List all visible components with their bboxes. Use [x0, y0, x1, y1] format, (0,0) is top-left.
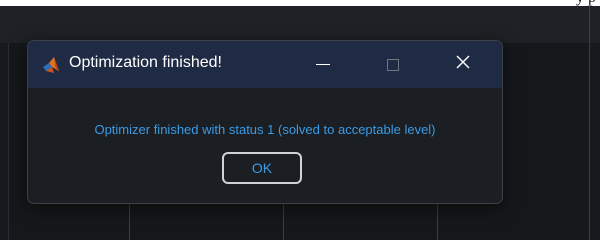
matlab-icon: [42, 56, 60, 74]
close-button[interactable]: [440, 41, 486, 88]
dialog-titlebar[interactable]: Optimization finished!: [28, 41, 502, 88]
maximize-button[interactable]: [370, 41, 416, 88]
background-window-titlebar: [0, 6, 600, 43]
status-message: Optimizer finished with status 1 (solved…: [94, 122, 436, 137]
dialog-title: Optimization finished!: [69, 54, 222, 71]
close-icon: [455, 54, 471, 75]
minimize-button[interactable]: [300, 41, 346, 88]
ok-button[interactable]: OK: [222, 152, 302, 184]
minimize-icon: [316, 64, 330, 65]
maximize-icon: [387, 58, 399, 71]
background-window-edge: [589, 6, 590, 240]
optimization-finished-dialog: Optimization finished! Optimizer finishe…: [27, 40, 503, 204]
